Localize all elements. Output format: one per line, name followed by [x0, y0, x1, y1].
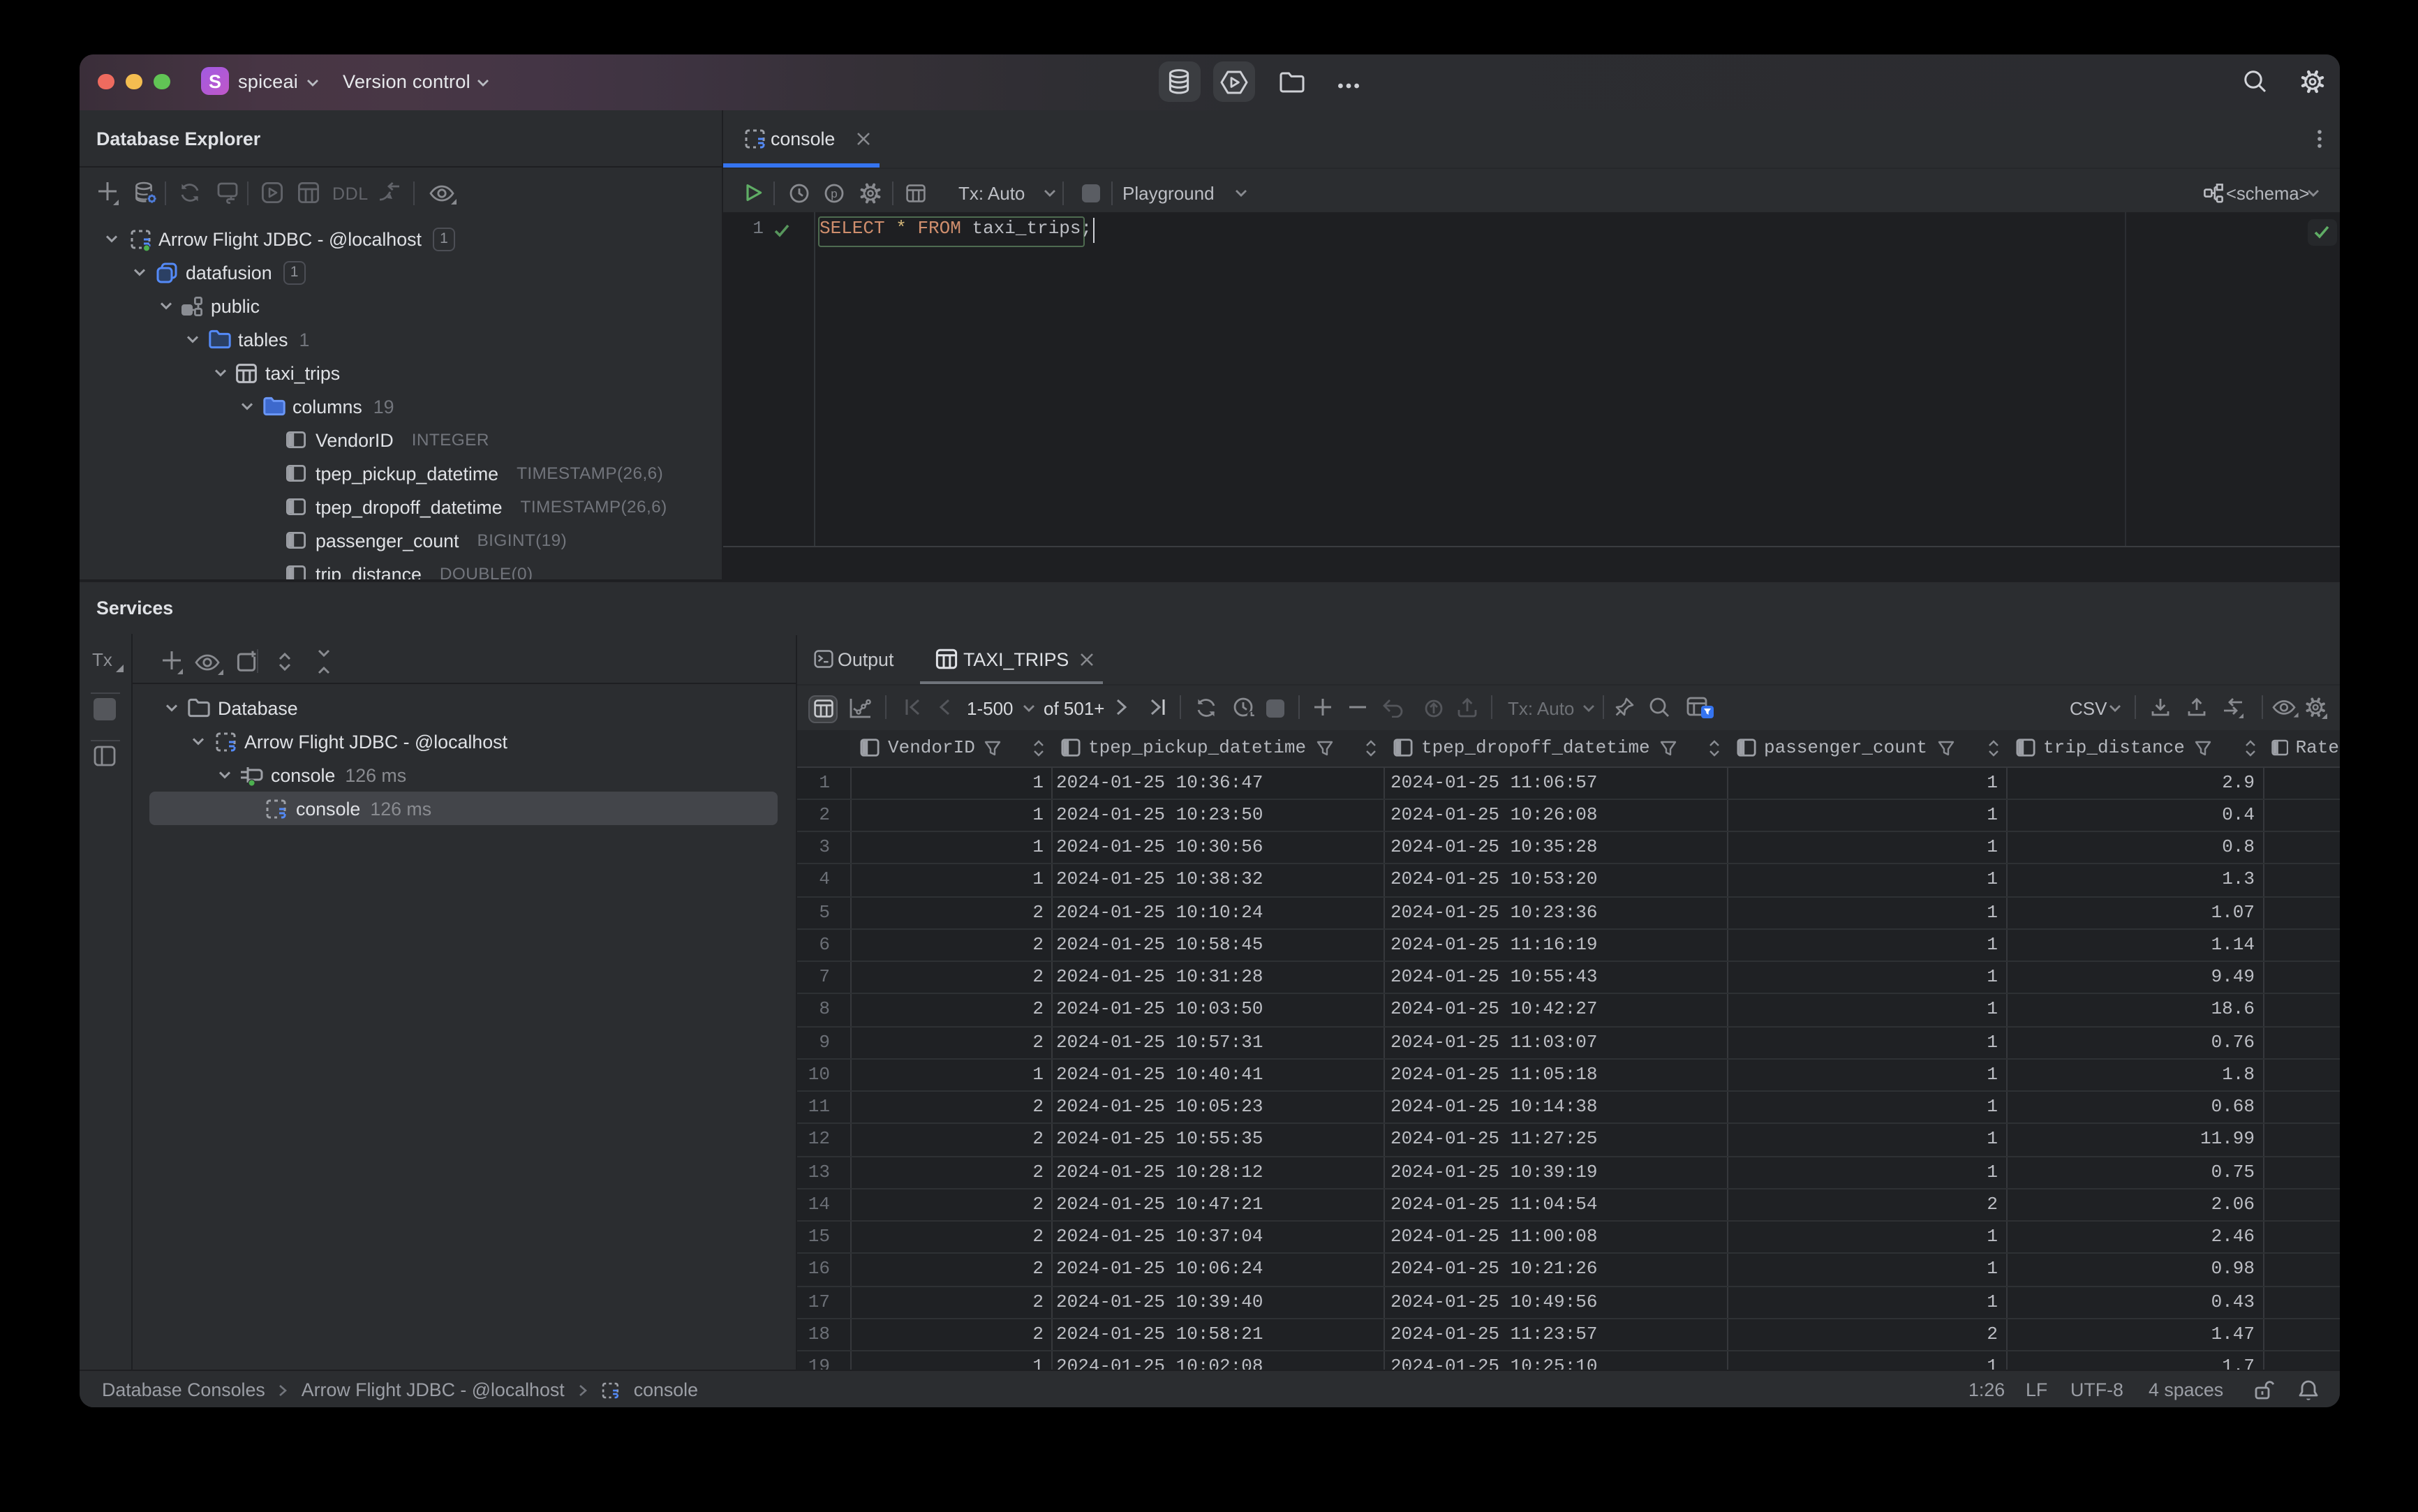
- svg-text:p: p: [831, 187, 837, 200]
